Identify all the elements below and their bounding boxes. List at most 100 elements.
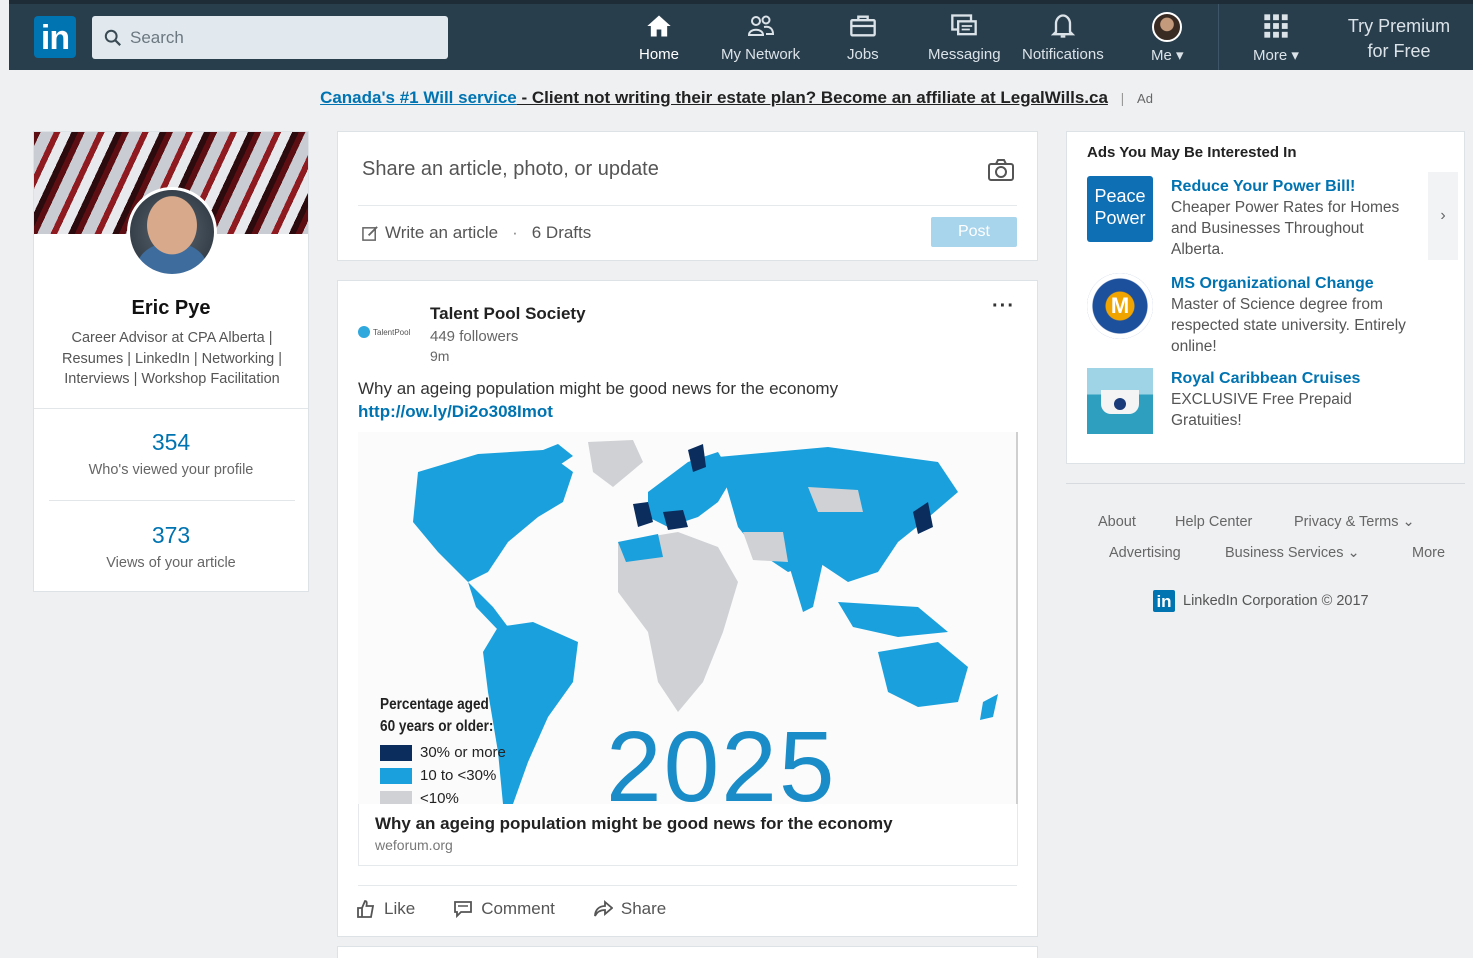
company-logo-text: TalentPool bbox=[373, 327, 411, 337]
profile-views-count: 354 bbox=[151, 429, 191, 455]
footer-about-link[interactable]: About bbox=[1098, 514, 1136, 530]
nav-me-label: Me ▾ bbox=[1151, 47, 1184, 64]
ad-banner-text[interactable]: - Client not writing their estate plan? … bbox=[517, 88, 1107, 107]
divider bbox=[358, 885, 1017, 886]
ad-logo-line2: Power bbox=[1094, 208, 1146, 228]
ad-headline[interactable]: MS Organizational Change bbox=[1171, 273, 1407, 294]
post-author[interactable]: Talent Pool Society bbox=[430, 304, 586, 324]
ad-banner-link[interactable]: Canada's #1 Will service bbox=[320, 88, 517, 107]
search-input[interactable] bbox=[130, 27, 430, 48]
nav-messaging[interactable]: Messaging bbox=[928, 12, 1001, 70]
search-box[interactable] bbox=[92, 16, 448, 59]
next-feed-post bbox=[337, 946, 1038, 958]
like-button[interactable]: Like bbox=[356, 899, 415, 919]
ads-next-arrow[interactable]: › bbox=[1428, 172, 1458, 260]
legend-title-2: 60 years or older: bbox=[380, 718, 494, 735]
legend-row: 30% or more bbox=[380, 744, 513, 761]
share-box: Share an article, photo, or update Write… bbox=[337, 131, 1038, 261]
link-preview-card[interactable]: Why an ageing population might be good n… bbox=[358, 804, 1018, 866]
nav-me[interactable]: Me ▾ bbox=[1151, 12, 1184, 70]
company-logo[interactable]: TalentPool bbox=[358, 325, 418, 339]
drafts-link[interactable]: 6 Drafts bbox=[532, 223, 592, 243]
like-label: Like bbox=[384, 899, 416, 918]
profile-views-label: Who's viewed your profile bbox=[88, 462, 254, 478]
share-button[interactable]: Share bbox=[593, 899, 666, 919]
feed-post: TalentPool Talent Pool Society 449 follo… bbox=[337, 280, 1038, 937]
separator-dot: · bbox=[512, 223, 518, 242]
legend-label: 30% or more bbox=[420, 744, 506, 761]
nav-jobs[interactable]: Jobs bbox=[847, 12, 879, 70]
write-article-link[interactable]: Write an article bbox=[385, 223, 498, 243]
footer-corporation: in LinkedIn Corporation © 2017 bbox=[1153, 590, 1369, 612]
ad-item[interactable]: Peace Power Reduce Your Power Bill! Chea… bbox=[1087, 176, 1407, 260]
link-preview-domain: weforum.org bbox=[375, 837, 453, 853]
post-menu-button[interactable]: ··· bbox=[992, 295, 1015, 318]
profile-card: Eric Pye Career Advisor at CPA Alberta |… bbox=[33, 131, 309, 592]
ad-logo-line1: Peace bbox=[1094, 186, 1146, 206]
ad-headline[interactable]: Royal Caribbean Cruises bbox=[1171, 368, 1407, 389]
divider bbox=[1066, 483, 1465, 484]
map-legend: Percentage aged 60 years or older: 30% o… bbox=[380, 694, 513, 804]
ad-item[interactable]: Royal Caribbean Cruises EXCLUSIVE Free P… bbox=[1087, 368, 1407, 434]
bell-icon bbox=[1050, 14, 1075, 38]
profile-photo[interactable] bbox=[127, 187, 217, 277]
ads-panel-title: Ads You May Be Interested In bbox=[1087, 144, 1297, 161]
nav-home[interactable]: Home bbox=[639, 12, 679, 70]
linkedin-small-logo: in bbox=[1153, 590, 1175, 612]
ad-body: EXCLUSIVE Free Prepaid Gratuities! bbox=[1171, 391, 1352, 429]
post-followers: 449 followers bbox=[430, 328, 519, 345]
post-actions: Like Comment Share bbox=[356, 899, 704, 919]
legend-swatch bbox=[380, 767, 412, 784]
post-link[interactable]: http://ow.ly/Di2o308Imot bbox=[358, 402, 553, 421]
nav-my-network[interactable]: My Network bbox=[721, 12, 800, 70]
nav-more-label: More ▾ bbox=[1253, 47, 1299, 64]
nav-my-network-label: My Network bbox=[721, 46, 801, 63]
post-button[interactable]: Post bbox=[931, 217, 1017, 247]
write-article-row: Write an article · 6 Drafts bbox=[362, 223, 591, 243]
premium-line1: Try Premium bbox=[1347, 16, 1451, 36]
people-icon bbox=[747, 15, 774, 36]
linkedin-logo[interactable]: in bbox=[34, 16, 76, 58]
camera-icon[interactable] bbox=[987, 158, 1015, 182]
search-icon bbox=[104, 29, 121, 46]
thumbs-up-icon bbox=[357, 900, 375, 918]
ad-logo-letter: M bbox=[1110, 293, 1130, 318]
share-prompt[interactable]: Share an article, photo, or update bbox=[362, 158, 659, 181]
try-premium-link[interactable]: Try Premium for Free bbox=[1334, 14, 1464, 64]
nav-notifications-label: Notifications bbox=[1022, 46, 1104, 63]
premium-line2: for Free bbox=[1367, 41, 1431, 61]
ads-panel: Ads You May Be Interested In Peace Power… bbox=[1066, 131, 1465, 464]
footer-privacy-terms-dropdown[interactable]: Privacy & Terms ⌄ bbox=[1294, 514, 1415, 530]
cruise-ship-logo bbox=[1087, 368, 1153, 434]
profile-headline: Career Advisor at CPA Alberta | Resumes … bbox=[61, 330, 283, 387]
article-views-count: 373 bbox=[151, 522, 191, 548]
comment-button[interactable]: Comment bbox=[453, 899, 555, 919]
article-views-stat[interactable]: 373 Views of your article bbox=[34, 522, 308, 571]
nav-jobs-label: Jobs bbox=[847, 46, 879, 63]
ad-banner: Canada's #1 Will service - Client not wr… bbox=[0, 88, 1473, 108]
article-views-label: Views of your article bbox=[106, 555, 236, 571]
ad-item[interactable]: M MS Organizational Change Master of Sci… bbox=[1087, 273, 1407, 357]
post-image-world-map[interactable]: Percentage aged 60 years or older: 30% o… bbox=[358, 432, 1018, 804]
footer-help-center-link[interactable]: Help Center bbox=[1175, 514, 1252, 530]
avatar bbox=[1152, 12, 1183, 42]
ad-banner-separator: | bbox=[1120, 90, 1125, 106]
legend-label: <10% bbox=[420, 790, 459, 804]
footer-business-services-dropdown[interactable]: Business Services ⌄ bbox=[1225, 545, 1360, 561]
share-icon bbox=[593, 900, 613, 917]
footer-more-link[interactable]: More bbox=[1412, 545, 1445, 561]
ad-headline[interactable]: Reduce Your Power Bill! bbox=[1171, 176, 1407, 197]
legend-swatch bbox=[380, 790, 412, 804]
map-year: 2025 bbox=[606, 711, 837, 804]
footer-advertising-link[interactable]: Advertising bbox=[1109, 545, 1181, 561]
pencil-icon bbox=[362, 225, 378, 241]
company-logo-mark bbox=[358, 326, 370, 338]
post-text: Why an ageing population might be good n… bbox=[358, 377, 998, 423]
briefcase-icon bbox=[850, 15, 876, 37]
nav-notifications[interactable]: Notifications bbox=[1022, 12, 1104, 70]
nav-more[interactable]: More ▾ bbox=[1253, 12, 1299, 70]
legend-row: <10% bbox=[380, 790, 513, 804]
profile-name[interactable]: Eric Pye bbox=[34, 297, 308, 320]
profile-views-stat[interactable]: 354 Who's viewed your profile bbox=[34, 429, 308, 478]
share-label: Share bbox=[620, 899, 667, 918]
